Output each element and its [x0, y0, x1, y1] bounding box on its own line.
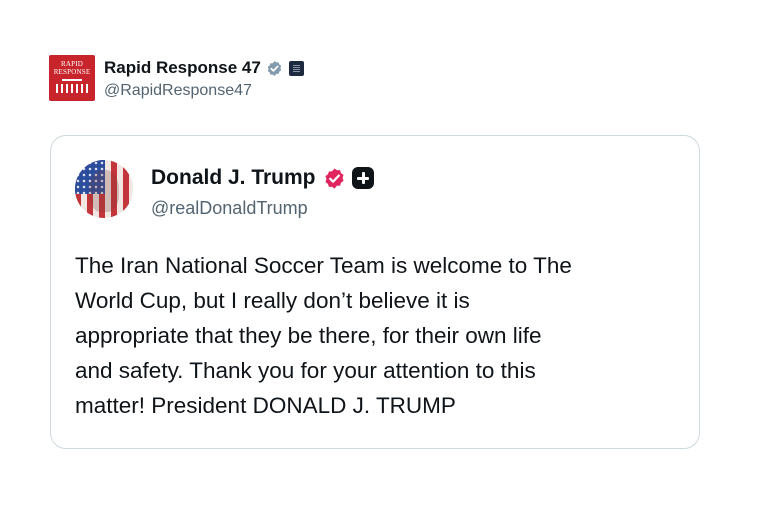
verified-badge-gray-icon [267, 60, 281, 76]
verified-badge-pink-icon [325, 167, 344, 189]
account-display-name[interactable]: Rapid Response 47 [104, 58, 261, 78]
rapid-response-avatar[interactable]: RAPID RESPONSE [49, 55, 95, 101]
building-icon [53, 79, 91, 93]
quoted-author-handle[interactable]: @realDonaldTrump [151, 198, 374, 219]
quoted-author-name-row: Donald J. Trump [151, 164, 374, 192]
quoted-author-display-name[interactable]: Donald J. Trump [151, 166, 316, 190]
plus-badge-icon[interactable] [351, 167, 374, 189]
account-names: Rapid Response 47 @RapidResponse47 [104, 55, 304, 100]
quoted-post-text: The Iran National Soccer Team is welcome… [75, 253, 572, 418]
quoted-author-names: Donald J. Trump @realDonaldTrump [151, 164, 374, 219]
account-name-row: Rapid Response 47 [104, 57, 304, 79]
avatar-logo-line-1: RAPID [60, 60, 83, 68]
affiliate-badge-icon[interactable] [288, 60, 304, 76]
trump-avatar[interactable] [75, 160, 133, 218]
account-handle[interactable]: @RapidResponse47 [104, 82, 304, 100]
quoted-post-card[interactable]: Donald J. Trump @realDonaldTrump The Ira… [50, 135, 700, 449]
post-header: RAPID RESPONSE Rapid Response 47 @RapidR… [49, 55, 304, 101]
avatar-logo-line-2: RESPONSE [53, 68, 91, 76]
